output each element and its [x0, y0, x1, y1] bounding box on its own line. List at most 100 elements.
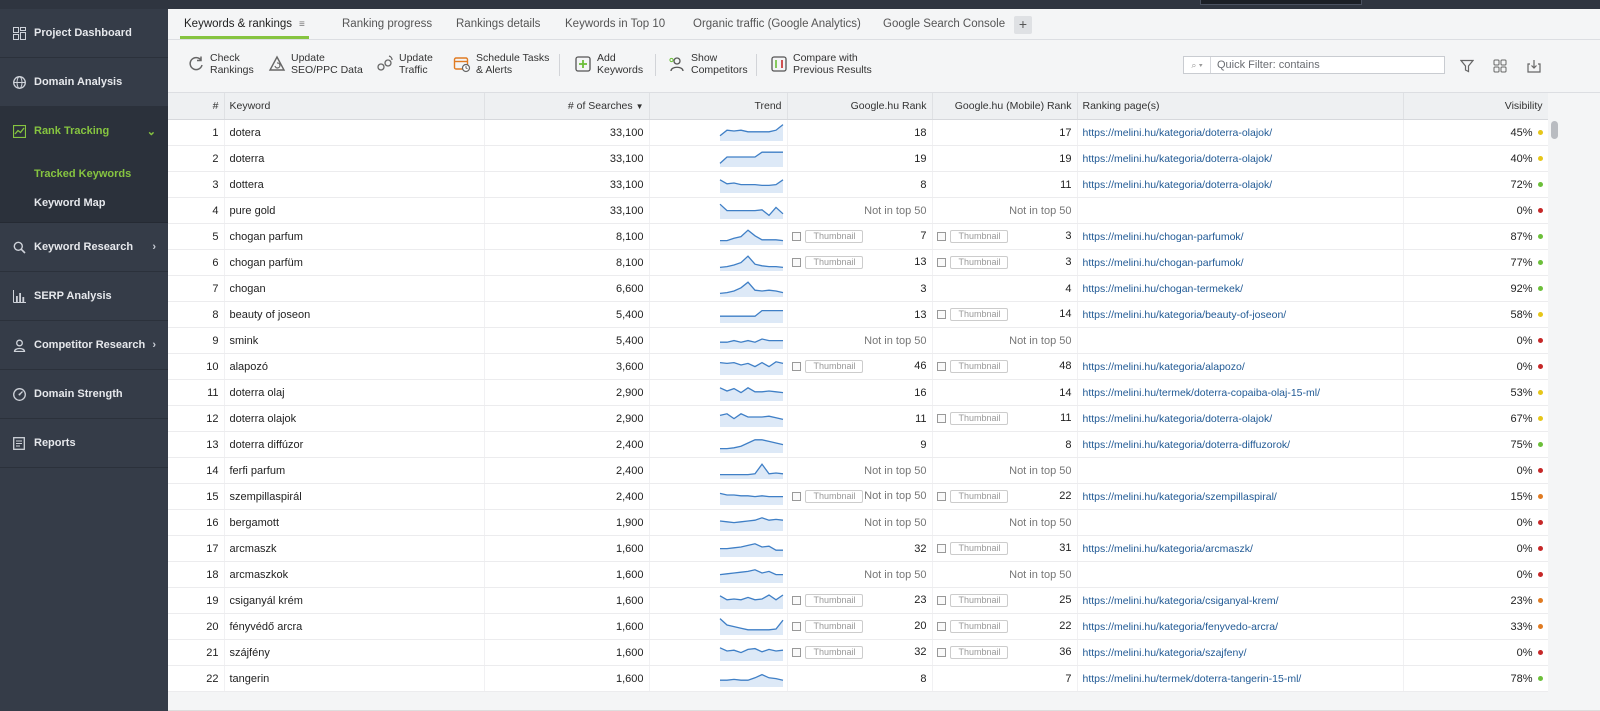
menu-icon[interactable]: ≡: [299, 10, 305, 40]
keyword-cell[interactable]: doterra olaj: [224, 379, 485, 406]
ranking-page-link[interactable]: https://melini.hu/kategoria/doterra-olaj…: [1083, 179, 1273, 191]
export-icon[interactable]: [1525, 57, 1543, 75]
column-header-searches[interactable]: # of Searches ▼: [484, 93, 650, 120]
keyword-cell[interactable]: chogan: [224, 275, 485, 302]
column-header-google-rank[interactable]: Google.hu Rank: [787, 93, 933, 120]
keyword-cell[interactable]: doterra diffúzor: [224, 431, 485, 458]
vertical-scrollbar[interactable]: [1548, 93, 1562, 710]
thumbnail-checkbox[interactable]: [936, 362, 946, 371]
ranking-page-link[interactable]: https://melini.hu/termek/doterra-copaiba…: [1083, 387, 1321, 399]
thumbnail-checkbox[interactable]: [791, 492, 801, 501]
thumbnail-checkbox[interactable]: [791, 232, 801, 241]
table-row[interactable]: 13 doterra diffúzor 2,400 9 8 https://melini.…: [168, 431, 1549, 458]
thumbnail-toggle[interactable]: Thumbnail: [936, 490, 1008, 503]
search-dropdown-icon[interactable]: ⌕ ▾: [1184, 57, 1211, 73]
sidebar-item-domain-strength[interactable]: Domain Strength: [0, 370, 168, 419]
thumbnail-checkbox[interactable]: [936, 544, 946, 553]
thumbnail-checkbox[interactable]: [936, 596, 946, 605]
table-row[interactable]: 19 csiganyál krém 1,600 Thumbnail 23 Thumbnai…: [168, 587, 1549, 614]
thumbnail-toggle[interactable]: Thumbnail: [936, 360, 1008, 373]
table-row[interactable]: 10 alapozó 3,600 Thumbnail 46 Thumbnail 48 http…: [168, 353, 1549, 380]
ranking-page-link[interactable]: https://melini.hu/kategoria/alapozo/: [1083, 361, 1245, 373]
table-row[interactable]: 20 fényvédő arcra 1,600 Thumbnail 20 Thumbnai…: [168, 613, 1549, 640]
keyword-cell[interactable]: bergamott: [224, 509, 485, 536]
thumbnail-toggle[interactable]: Thumbnail: [791, 256, 863, 269]
ranking-page-link[interactable]: https://melini.hu/kategoria/doterra-olaj…: [1083, 127, 1273, 139]
keyword-cell[interactable]: szájfény: [224, 639, 485, 666]
thumbnail-checkbox[interactable]: [936, 310, 946, 319]
filter-icon[interactable]: [1458, 57, 1476, 75]
keyword-cell[interactable]: szempillaspirál: [224, 483, 485, 510]
table-row[interactable]: 16 bergamott 1,900 Not in top 50 Not in top …: [168, 509, 1549, 536]
keyword-cell[interactable]: csiganyál krém: [224, 587, 485, 614]
thumbnail-toggle[interactable]: Thumbnail: [791, 230, 863, 243]
add-keywords-button[interactable]: Add Keywords: [573, 52, 643, 76]
column-header-mobile-rank[interactable]: Google.hu (Mobile) Rank: [932, 93, 1078, 120]
ranking-page-link[interactable]: https://melini.hu/chogan-parfumok/: [1083, 231, 1244, 243]
update-seo-ppc-button[interactable]: Update SEO/PPC Data: [267, 52, 363, 76]
column-header-keyword[interactable]: Keyword: [224, 93, 485, 120]
keyword-cell[interactable]: dottera: [224, 171, 485, 198]
table-row[interactable]: 18 arcmaszkok 1,600 Not in top 50 Not in top…: [168, 561, 1549, 588]
show-competitors-button[interactable]: Show Competitors: [667, 52, 748, 76]
thumbnail-checkbox[interactable]: [936, 648, 946, 657]
add-tab-button[interactable]: +: [1014, 16, 1032, 34]
thumbnail-checkbox[interactable]: [791, 596, 801, 605]
keyword-cell[interactable]: fényvédő arcra: [224, 613, 485, 640]
thumbnail-checkbox[interactable]: [936, 414, 946, 423]
ranking-page-link[interactable]: https://melini.hu/chogan-parfumok/: [1083, 257, 1244, 269]
column-header-number[interactable]: #: [168, 93, 225, 120]
ranking-page-link[interactable]: https://melini.hu/chogan-termekek/: [1083, 283, 1244, 295]
keyword-cell[interactable]: ferfi parfum: [224, 457, 485, 484]
table-row[interactable]: 17 arcmaszk 1,600 32 Thumbnail 31 https://meli…: [168, 535, 1549, 562]
table-row[interactable]: 4 pure gold 33,100 Not in top 50 Not in top …: [168, 197, 1549, 224]
ranking-page-link[interactable]: https://melini.hu/kategoria/beauty-of-jo…: [1083, 309, 1287, 321]
tab-organic-traffic[interactable]: Organic traffic (Google Analytics): [693, 9, 861, 39]
thumbnail-checkbox[interactable]: [791, 648, 801, 657]
thumbnail-toggle[interactable]: Thumbnail: [936, 620, 1008, 633]
sidebar-item-serp-analysis[interactable]: SERP Analysis: [0, 272, 168, 321]
keyword-cell[interactable]: doterra olajok: [224, 405, 485, 432]
table-row[interactable]: 6 chogan parfüm 8,100 Thumbnail 13 Thumbnail 3…: [168, 249, 1549, 276]
thumbnail-toggle[interactable]: Thumbnail: [791, 490, 863, 503]
sidebar-subitem-tracked-keywords[interactable]: Tracked Keywords: [0, 159, 168, 188]
tab-google-search-console[interactable]: Google Search Console: [883, 9, 1005, 39]
ranking-page-link[interactable]: https://melini.hu/kategoria/fenyvedo-arc…: [1083, 621, 1279, 633]
table-row[interactable]: 5 chogan parfum 8,100 Thumbnail 7 Thumbnail 3 h…: [168, 223, 1549, 250]
table-row[interactable]: 9 smink 5,400 Not in top 50 Not in top 50 0%: [168, 327, 1549, 354]
keyword-cell[interactable]: arcmaszkok: [224, 561, 485, 588]
update-traffic-button[interactable]: Update Traffic: [375, 52, 433, 76]
tab-keywords-in-top-10[interactable]: Keywords in Top 10: [565, 9, 665, 39]
ranking-page-link[interactable]: https://melini.hu/termek/doterra-tangeri…: [1083, 673, 1302, 685]
thumbnail-checkbox[interactable]: [936, 232, 946, 241]
table-row[interactable]: 14 ferfi parfum 2,400 Not in top 50 Not in t…: [168, 457, 1549, 484]
table-row[interactable]: 11 doterra olaj 2,900 16 14 https://melini.hu…: [168, 379, 1549, 406]
thumbnail-toggle[interactable]: Thumbnail: [791, 646, 863, 659]
tab-keywords-rankings[interactable]: Keywords & rankings ≡: [180, 9, 309, 39]
thumbnail-toggle[interactable]: Thumbnail: [936, 308, 1008, 321]
thumbnail-checkbox[interactable]: [936, 258, 946, 267]
keyword-cell[interactable]: beauty of joseon: [224, 301, 485, 328]
thumbnail-checkbox[interactable]: [791, 622, 801, 631]
table-row[interactable]: 22 tangerin 1,600 8 7 https://melini.hu/terme…: [168, 665, 1549, 692]
table-row[interactable]: 1 dotera 33,100 18 17 https://melini.hu/kateg…: [168, 119, 1549, 146]
table-row[interactable]: 15 szempillaspirál 2,400 Thumbnail Not in to…: [168, 483, 1549, 510]
sidebar-item-domain-analysis[interactable]: Domain Analysis: [0, 58, 168, 107]
quick-filter-input[interactable]: [1211, 58, 1439, 72]
sidebar-subitem-keyword-map[interactable]: Keyword Map: [0, 188, 168, 217]
column-header-visibility[interactable]: Visibility: [1403, 93, 1549, 120]
column-header-ranking-pages[interactable]: Ranking page(s): [1077, 93, 1404, 120]
thumbnail-checkbox[interactable]: [936, 492, 946, 501]
thumbnail-toggle[interactable]: Thumbnail: [936, 646, 1008, 659]
table-row[interactable]: 12 doterra olajok 2,900 11 Thumbnail 11 https:…: [168, 405, 1549, 432]
keyword-cell[interactable]: pure gold: [224, 197, 485, 224]
table-row[interactable]: 8 beauty of joseon 5,400 13 Thumbnail 14 https…: [168, 301, 1549, 328]
keyword-cell[interactable]: dotera: [224, 119, 485, 146]
thumbnail-toggle[interactable]: Thumbnail: [936, 412, 1008, 425]
table-row[interactable]: 21 szájfény 1,600 Thumbnail 32 Thumbnail 36 htt…: [168, 639, 1549, 666]
compare-previous-button[interactable]: Compare with Previous Results: [769, 52, 872, 76]
ranking-page-link[interactable]: https://melini.hu/kategoria/doterra-diff…: [1083, 439, 1291, 451]
ranking-page-link[interactable]: https://melini.hu/kategoria/arcmaszk/: [1083, 543, 1253, 555]
sidebar-item-rank-tracking[interactable]: Rank Tracking ⌄: [0, 107, 168, 156]
thumbnail-toggle[interactable]: Thumbnail: [936, 256, 1008, 269]
